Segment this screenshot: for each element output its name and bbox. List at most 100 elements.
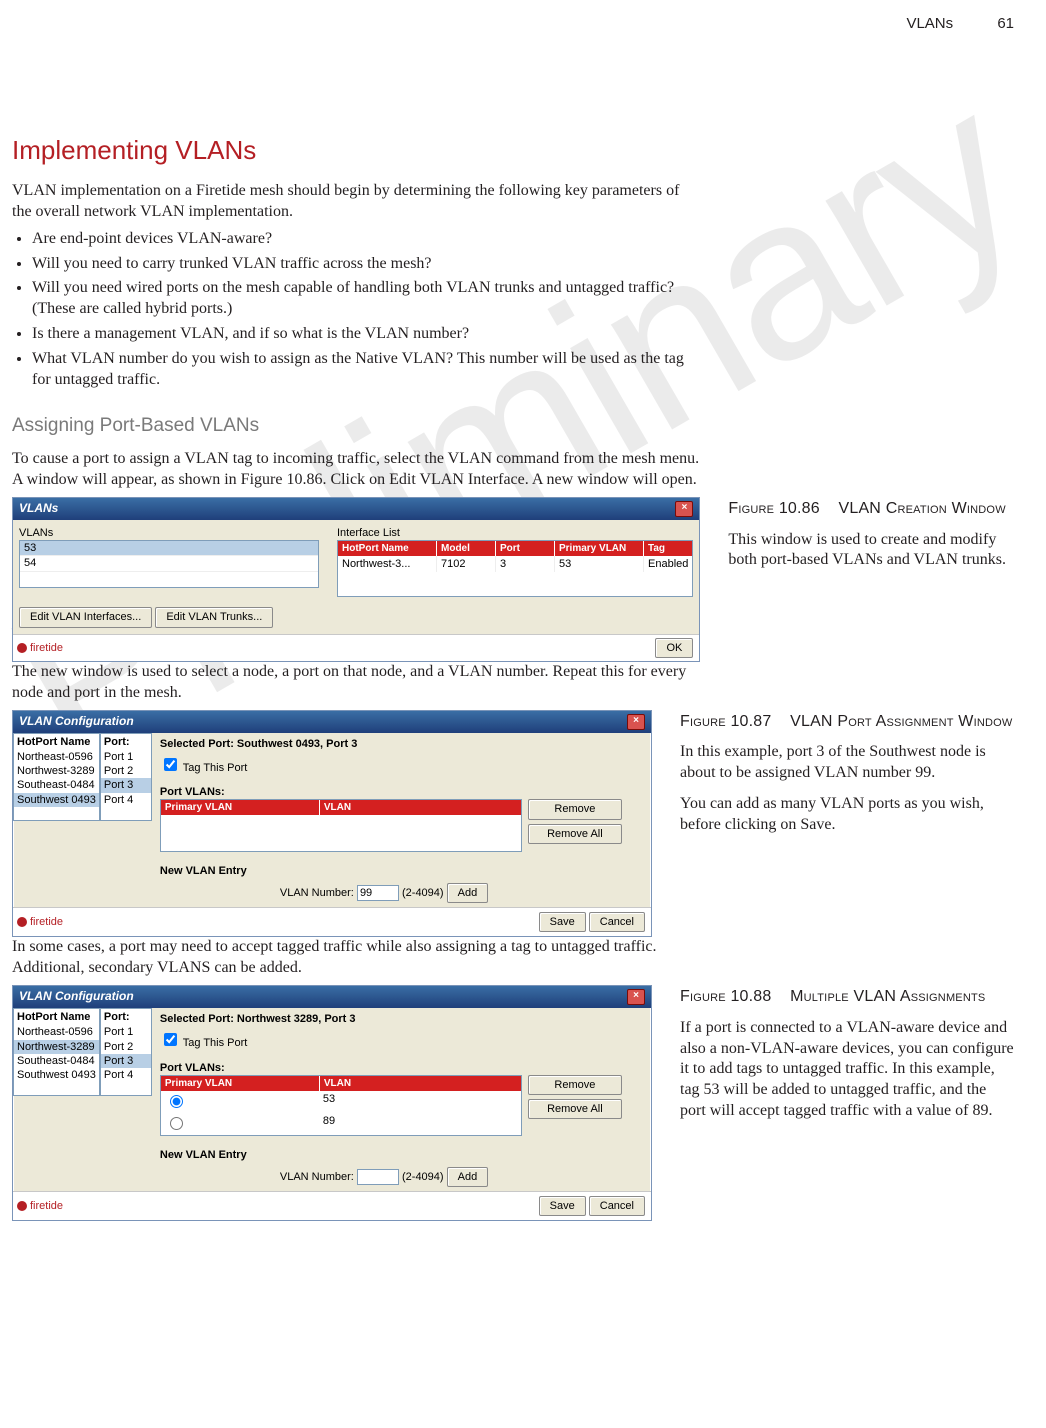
port-vlans-table[interactable]: Primary VLAN VLAN xyxy=(160,799,522,852)
selected-port-label: Selected Port: Southwest 0493, Port 3 xyxy=(160,737,643,751)
ok-button[interactable]: OK xyxy=(655,638,693,658)
vlan-range-label: (2-4094) xyxy=(402,887,444,899)
hotport-label: HotPort Name xyxy=(14,1009,99,1025)
bullet-item: What VLAN number do you wish to assign a… xyxy=(32,349,702,391)
vlan-number-label: VLAN Number: xyxy=(280,1171,354,1183)
hotport-listbox[interactable]: HotPort Name Northeast-0596 Northwest-32… xyxy=(13,733,100,821)
interface-list-label: Interface List xyxy=(337,526,693,540)
cancel-button[interactable]: Cancel xyxy=(589,1196,645,1216)
remove-all-button[interactable]: Remove All xyxy=(528,1099,622,1119)
port-listbox[interactable]: Port: Port 1 Port 2 Port 3 Port 4 xyxy=(100,1008,152,1096)
list-item[interactable]: Southwest 0493 xyxy=(14,1068,99,1082)
table-row[interactable]: 89 xyxy=(161,1113,521,1135)
close-icon[interactable]: × xyxy=(627,989,645,1005)
save-button[interactable]: Save xyxy=(539,1196,586,1216)
heading-assigning-port-based: Assigning Port-Based VLANs xyxy=(12,414,702,439)
remove-all-button[interactable]: Remove All xyxy=(528,824,622,844)
col-model: Model xyxy=(437,541,496,556)
runhead-title: VLANs xyxy=(906,15,953,32)
paragraph: In some cases, a port may need to accept… xyxy=(12,937,702,979)
bullet-list: Are end-point devices VLAN-aware? Will y… xyxy=(12,229,702,391)
new-vlan-entry-label: New VLAN Entry xyxy=(160,864,643,878)
port-listbox[interactable]: Port: Port 1 Port 2 Port 3 Port 4 xyxy=(100,733,152,821)
list-item[interactable]: Port 2 xyxy=(101,764,151,778)
titlebar[interactable]: VLANs × xyxy=(13,498,699,520)
running-header: VLANs 61 xyxy=(12,14,1014,34)
selected-port-label: Selected Port: Northwest 3289, Port 3 xyxy=(160,1012,643,1026)
figure-title: Figure 10.87 VLAN Port Assignment Window xyxy=(680,712,1014,733)
table-row[interactable]: 53 xyxy=(161,1091,521,1113)
save-button[interactable]: Save xyxy=(539,912,586,932)
tag-checkbox-label: Tag This Port xyxy=(183,1037,248,1049)
list-item[interactable]: Port 3 xyxy=(101,778,151,792)
list-item[interactable]: 54 xyxy=(20,556,318,571)
vlan-config-window-88: VLAN Configuration × HotPort Name Northe… xyxy=(12,985,652,1221)
port-vlans-table[interactable]: Primary VLAN VLAN 53 89 xyxy=(160,1075,522,1137)
titlebar[interactable]: VLAN Configuration × xyxy=(13,986,651,1008)
brand-footer: firetide xyxy=(13,907,533,936)
list-item[interactable]: Southwest 0493 xyxy=(14,793,99,807)
list-item[interactable]: Northeast-0596 xyxy=(14,1025,99,1039)
col-vlan: VLAN xyxy=(320,1076,521,1091)
edit-vlan-trunks-button[interactable]: Edit VLAN Trunks... xyxy=(155,607,273,627)
vlan-number-input[interactable] xyxy=(357,1169,399,1185)
cell: Enabled xyxy=(644,556,692,572)
hotport-listbox[interactable]: HotPort Name Northeast-0596 Northwest-32… xyxy=(13,1008,100,1096)
heading-implementing-vlans: Implementing VLANs xyxy=(12,134,1014,168)
primary-vlan-radio[interactable] xyxy=(170,1095,183,1108)
figure-caption: You can add as many VLAN ports as you wi… xyxy=(680,794,1014,836)
paragraph: To cause a port to assign a VLAN tag to … xyxy=(12,449,702,491)
list-item[interactable]: Southeast-0484 xyxy=(14,1054,99,1068)
cell: 53 xyxy=(319,1091,339,1113)
col-tag: Tag xyxy=(644,541,692,556)
page-number: 61 xyxy=(997,14,1014,34)
edit-vlan-interfaces-button[interactable]: Edit VLAN Interfaces... xyxy=(19,607,152,627)
close-icon[interactable]: × xyxy=(675,501,693,517)
remove-button[interactable]: Remove xyxy=(528,799,622,819)
tag-this-port-checkbox[interactable] xyxy=(164,758,177,771)
primary-vlan-radio[interactable] xyxy=(170,1117,183,1130)
figure-title: Figure 10.88 Multiple VLAN Assignments xyxy=(680,987,1014,1008)
cell: 89 xyxy=(319,1113,339,1135)
new-vlan-entry-label: New VLAN Entry xyxy=(160,1148,643,1162)
hotport-label: HotPort Name xyxy=(14,734,99,750)
list-item[interactable]: Port 1 xyxy=(101,750,151,764)
port-label: Port: xyxy=(101,734,151,750)
add-button[interactable]: Add xyxy=(447,883,489,903)
cell: 7102 xyxy=(437,556,496,572)
bullet-item: Are end-point devices VLAN-aware? xyxy=(32,229,702,250)
col-primary-vlan: Primary VLAN xyxy=(161,1076,320,1091)
list-item[interactable]: Port 1 xyxy=(101,1025,151,1039)
brand-footer: firetide xyxy=(13,1191,533,1220)
titlebar[interactable]: VLAN Configuration × xyxy=(13,711,651,733)
vlan-listbox[interactable]: 53 54 xyxy=(19,540,319,588)
paragraph: The new window is used to select a node,… xyxy=(12,662,702,704)
list-item[interactable]: Northwest-3289 xyxy=(14,764,99,778)
list-item[interactable]: Southeast-0484 xyxy=(14,778,99,792)
list-item[interactable]: 53 xyxy=(20,541,318,556)
interface-row[interactable]: Northwest-3... 7102 3 53 Enabled xyxy=(338,556,692,572)
list-item[interactable]: Port 2 xyxy=(101,1040,151,1054)
figure-caption: If a port is connected to a VLAN-aware d… xyxy=(680,1018,1014,1122)
figure-caption: This window is used to create and modify… xyxy=(728,530,1014,572)
port-label: Port: xyxy=(101,1009,151,1025)
interface-header: HotPort Name Model Port Primary VLAN Tag xyxy=(338,541,692,556)
close-icon[interactable]: × xyxy=(627,714,645,730)
remove-button[interactable]: Remove xyxy=(528,1075,622,1095)
list-item[interactable]: Port 4 xyxy=(101,1068,151,1082)
brand-footer: firetide xyxy=(13,634,649,661)
add-button[interactable]: Add xyxy=(447,1167,489,1187)
col-hotport: HotPort Name xyxy=(338,541,437,556)
vlan-range-label: (2-4094) xyxy=(402,1171,444,1183)
vlan-number-input[interactable] xyxy=(357,885,399,901)
col-vlan: VLAN xyxy=(320,800,521,815)
list-item[interactable]: Northwest-3289 xyxy=(14,1040,99,1054)
vlan-number-label: VLAN Number: xyxy=(280,887,354,899)
list-item[interactable]: Port 4 xyxy=(101,793,151,807)
vlan-config-window-87: VLAN Configuration × HotPort Name Northe… xyxy=(12,710,652,938)
tag-this-port-checkbox[interactable] xyxy=(164,1033,177,1046)
cell: Northwest-3... xyxy=(338,556,437,572)
list-item[interactable]: Northeast-0596 xyxy=(14,750,99,764)
list-item[interactable]: Port 3 xyxy=(101,1054,151,1068)
cancel-button[interactable]: Cancel xyxy=(589,912,645,932)
